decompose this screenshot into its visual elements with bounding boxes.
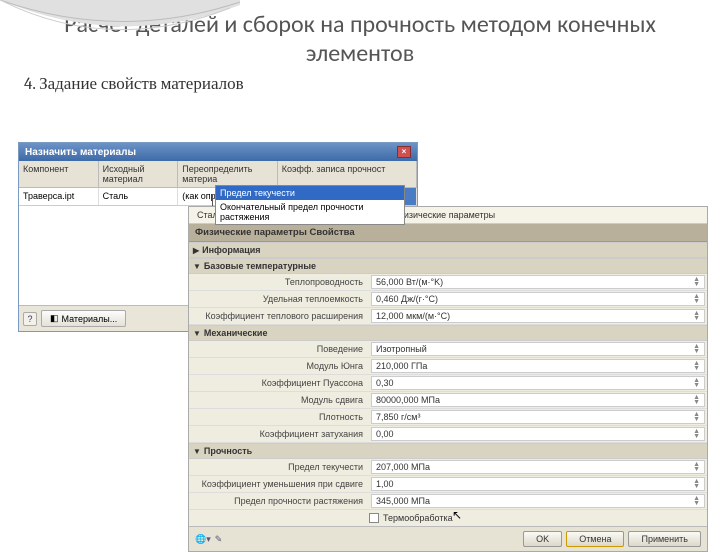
help-icon[interactable]: ?	[23, 312, 37, 326]
table-header: Компонент Исходный материал Переопредели…	[19, 161, 417, 188]
property-value[interactable]: 207,000 МПа▲▼	[371, 460, 705, 474]
property-row: Удельная теплоемкость0,460 Дж/(г·°C)▲▼	[189, 291, 707, 308]
stepper-icon[interactable]: ▲▼	[693, 344, 700, 354]
stepper-icon[interactable]: ▲▼	[693, 277, 700, 287]
chevron-down-icon: ▼	[193, 262, 201, 271]
material-properties-panel: Сталь Физические параметры Физические па…	[188, 206, 708, 552]
decorative-swoosh	[0, 0, 240, 60]
property-row: Плотность7,850 г/см³▲▼	[189, 409, 707, 426]
property-value[interactable]: 80000,000 МПа▲▼	[371, 393, 705, 407]
property-value[interactable]: 0,30▲▼	[371, 376, 705, 390]
property-value[interactable]: 7,850 г/см³▲▼	[371, 410, 705, 424]
property-label: Модуль Юнга	[189, 360, 369, 372]
section-information[interactable]: ▶Информация	[189, 242, 707, 258]
property-value[interactable]: 1,00▲▼	[371, 477, 705, 491]
col-strength-coeff: Коэфф. записа прочност	[278, 161, 417, 187]
property-row: Модуль сдвига80000,000 МПа▲▼	[189, 392, 707, 409]
property-value[interactable]: 56,000 Вт/(м·°K)▲▼	[371, 275, 705, 289]
stepper-icon[interactable]: ▲▼	[693, 378, 700, 388]
property-label: Теплопроводность	[189, 276, 369, 288]
cancel-button[interactable]: Отмена	[566, 531, 624, 547]
stepper-icon[interactable]: ▲▼	[693, 479, 700, 489]
stepper-icon[interactable]: ▲▼	[693, 395, 700, 405]
property-label: Коэффициент затухания	[189, 428, 369, 440]
property-row: Предел прочности растяжения345,000 МПа▲▼	[189, 493, 707, 510]
chevron-right-icon: ▶	[193, 246, 199, 255]
stepper-icon[interactable]: ▲▼	[693, 496, 700, 506]
slide-subtitle: 4. Задание свойств материалов	[0, 72, 720, 102]
checkbox-label: Термообработка	[383, 513, 453, 523]
material-category: Физические параметры	[393, 209, 499, 221]
property-value[interactable]: 0,00▲▼	[371, 427, 705, 441]
stepper-icon[interactable]: ▲▼	[693, 412, 700, 422]
panel-footer: 🌐▾ ✎ OK Отмена Применить	[189, 526, 707, 551]
property-label: Предел текучести	[189, 461, 369, 473]
property-row: Коэффициент Пуассона0,30▲▼	[189, 375, 707, 392]
col-component: Компонент	[19, 161, 99, 187]
heat-treatment-row[interactable]: Термообработка	[189, 510, 707, 526]
cell-component: Траверса.ipt	[19, 188, 99, 205]
stepper-icon[interactable]: ▲▼	[693, 294, 700, 304]
section-mechanical[interactable]: ▼Механические	[189, 325, 707, 341]
property-label: Коэффициент Пуассона	[189, 377, 369, 389]
property-label: Удельная теплоемкость	[189, 293, 369, 305]
col-override: Переопределить материа	[178, 161, 278, 187]
property-label: Модуль сдвига	[189, 394, 369, 406]
section-base-temp[interactable]: ▼Базовые температурные	[189, 258, 707, 274]
property-row: Предел текучести207,000 МПа▲▼	[189, 459, 707, 476]
chevron-down-icon: ▼	[193, 329, 201, 338]
apply-button[interactable]: Применить	[628, 531, 701, 547]
property-label: Предел прочности растяжения	[189, 495, 369, 507]
stepper-icon[interactable]: ▲▼	[693, 462, 700, 472]
library-icon[interactable]: 🌐▾	[195, 534, 211, 545]
dropdown-option[interactable]: Окончательный предел прочности растяжени…	[216, 200, 404, 224]
strength-dropdown[interactable]: Предел текучести Окончательный предел пр…	[215, 185, 405, 225]
dialog-titlebar[interactable]: Назначить материалы ×	[19, 143, 417, 161]
stepper-icon[interactable]: ▲▼	[693, 429, 700, 439]
materials-button[interactable]: ◧ Материалы...	[41, 310, 126, 327]
tool-icon[interactable]: ✎	[215, 534, 223, 545]
property-value[interactable]: 345,000 МПа▲▼	[371, 494, 705, 508]
panel-subtitle: Физические параметры Свойства	[189, 224, 707, 242]
material-icon: ◧	[50, 313, 59, 324]
property-value[interactable]: 12,000 мкм/(м·°C)▲▼	[371, 309, 705, 323]
close-icon[interactable]: ×	[397, 146, 411, 158]
dialog-title: Назначить материалы	[25, 147, 136, 158]
property-value[interactable]: 210,000 ГПа▲▼	[371, 359, 705, 373]
section-strength[interactable]: ▼Прочность	[189, 443, 707, 459]
property-row: Коэффициент теплового расширения12,000 м…	[189, 308, 707, 325]
ok-button[interactable]: OK	[523, 531, 562, 547]
stepper-icon[interactable]: ▲▼	[693, 311, 700, 321]
property-row: Коэффициент уменьшения при сдвиге1,00▲▼	[189, 476, 707, 493]
property-row: Коэффициент затухания0,00▲▼	[189, 426, 707, 443]
col-source-material: Исходный материал	[99, 161, 179, 187]
property-row: Модуль Юнга210,000 ГПа▲▼	[189, 358, 707, 375]
property-label: Коэффициент теплового расширения	[189, 310, 369, 322]
stepper-icon[interactable]: ▲▼	[693, 361, 700, 371]
property-value[interactable]: 0,460 Дж/(г·°C)▲▼	[371, 292, 705, 306]
property-label: Коэффициент уменьшения при сдвиге	[189, 478, 369, 490]
cell-material: Сталь	[99, 188, 179, 205]
property-label: Поведение	[189, 343, 369, 355]
chevron-down-icon: ▼	[193, 447, 201, 456]
dropdown-option[interactable]: Предел текучести	[216, 186, 404, 200]
property-row: ПоведениеИзотропный▲▼	[189, 341, 707, 358]
property-label: Плотность	[189, 411, 369, 423]
property-row: Теплопроводность56,000 Вт/(м·°K)▲▼	[189, 274, 707, 291]
property-value[interactable]: Изотропный▲▼	[371, 342, 705, 356]
checkbox[interactable]	[369, 513, 379, 523]
